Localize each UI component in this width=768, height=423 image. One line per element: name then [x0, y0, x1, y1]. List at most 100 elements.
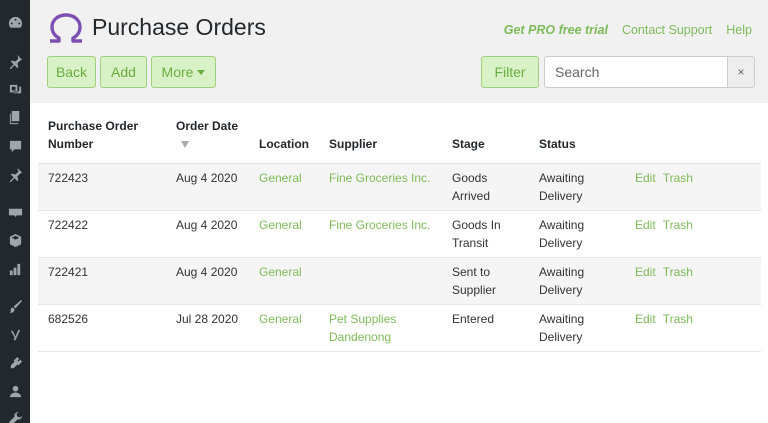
status-line2: Delivery	[539, 283, 583, 297]
purchase-orders-table: Purchase Order Number Order Date Location…	[38, 113, 761, 352]
trash-link[interactable]: Trash	[663, 218, 693, 232]
order-date: Aug 4 2020	[166, 163, 249, 211]
col-header-location[interactable]: Location	[249, 113, 319, 164]
clear-search-button[interactable]: ×	[727, 56, 755, 88]
order-number[interactable]: 722422	[38, 210, 166, 258]
table-row[interactable]: 722421 Aug 4 2020 General Sent to Supplie…	[38, 257, 761, 305]
order-date: Jul 28 2020	[166, 304, 249, 352]
orders-panel: Purchase Order Number Order Date Location…	[30, 103, 768, 423]
table-header-row: Purchase Order Number Order Date Location…	[38, 113, 761, 164]
page-title: Purchase Orders	[92, 14, 266, 40]
location-link[interactable]: General	[249, 163, 319, 211]
row-actions: Edit Trash	[625, 163, 761, 211]
filter-button-label: Filter	[494, 64, 526, 80]
stage-line2: Transit	[452, 236, 489, 250]
supplier-line2: Dandenong	[329, 330, 392, 344]
woo-icon[interactable]	[7, 204, 23, 220]
status-line2: Delivery	[539, 189, 583, 203]
back-button-label: Back	[55, 64, 88, 80]
top-links: Get PRO free trial Contact Support Help	[504, 23, 752, 37]
admin-sidebar	[0, 0, 30, 423]
location-link[interactable]: General	[249, 304, 319, 352]
add-button[interactable]: Add	[100, 56, 147, 88]
row-actions: Edit Trash	[625, 257, 761, 305]
stage-line2: Supplier	[452, 283, 497, 297]
more-button-label: More	[161, 64, 194, 80]
back-button[interactable]: Back	[47, 56, 96, 88]
supplier-link[interactable]: Fine Groceries Inc.	[319, 210, 442, 258]
stage-cell: Goods In Transit	[442, 210, 529, 258]
close-icon: ×	[737, 65, 745, 79]
status-cell: Awaiting Delivery	[529, 257, 625, 305]
trash-link[interactable]: Trash	[663, 312, 693, 326]
brush-icon[interactable]	[7, 298, 23, 314]
pages-icon[interactable]	[7, 109, 23, 125]
stage-line1: Goods In	[452, 218, 501, 232]
stage-line1: Sent to	[452, 265, 491, 279]
pro-trial-link[interactable]: Get PRO free trial	[504, 23, 608, 37]
status-cell: Awaiting Delivery	[529, 163, 625, 211]
help-link[interactable]: Help	[726, 23, 752, 37]
status-line2: Delivery	[539, 330, 583, 344]
more-dropdown-button[interactable]: More	[151, 56, 216, 88]
supplier-link[interactable]	[319, 257, 442, 305]
order-date: Aug 4 2020	[166, 257, 249, 305]
col-header-date-label: Order Date	[176, 119, 239, 133]
contact-support-link[interactable]: Contact Support	[622, 23, 712, 37]
supplier-link[interactable]: Pet Supplies Dandenong	[319, 304, 442, 352]
col-header-status[interactable]: Status	[529, 113, 625, 164]
search-input[interactable]	[544, 56, 728, 88]
stage-line1: Goods	[452, 171, 488, 185]
row-actions: Edit Trash	[625, 210, 761, 258]
plugin-icon[interactable]	[7, 355, 23, 371]
edit-link[interactable]: Edit	[635, 265, 656, 279]
yoast-icon[interactable]	[7, 327, 23, 343]
col-header-number-line1: Purchase Order	[48, 119, 139, 133]
supplier-link[interactable]: Fine Groceries Inc.	[319, 163, 442, 211]
stage-cell: Entered	[442, 304, 529, 352]
col-header-actions	[625, 113, 761, 164]
pin-icon[interactable]	[7, 53, 23, 69]
edit-link[interactable]: Edit	[635, 312, 656, 326]
trash-link[interactable]: Trash	[663, 265, 693, 279]
table-row[interactable]: 682526 Jul 28 2020 General Pet Supplies D…	[38, 304, 761, 352]
col-header-date[interactable]: Order Date	[166, 113, 249, 164]
stage-line1: Entered	[452, 312, 495, 326]
status-line1: Awaiting	[539, 312, 585, 326]
supplier-line1: Pet Supplies	[329, 312, 397, 326]
col-header-supplier[interactable]: Supplier	[319, 113, 442, 164]
edit-link[interactable]: Edit	[635, 218, 656, 232]
chart-icon[interactable]	[7, 261, 23, 277]
status-line2: Delivery	[539, 236, 583, 250]
order-number[interactable]: 722421	[38, 257, 166, 305]
add-button-label: Add	[111, 64, 136, 80]
order-number[interactable]: 722423	[38, 163, 166, 211]
status-line1: Awaiting	[539, 171, 585, 185]
stage-cell: Sent to Supplier	[442, 257, 529, 305]
table-row[interactable]: 722422 Aug 4 2020 General Fine Groceries…	[38, 210, 761, 258]
sort-desc-icon[interactable]	[181, 141, 189, 149]
col-header-number[interactable]: Purchase Order Number	[38, 113, 166, 164]
caret-down-icon	[197, 70, 206, 75]
box-icon[interactable]	[7, 232, 23, 248]
status-cell: Awaiting Delivery	[529, 210, 625, 258]
location-link[interactable]: General	[249, 257, 319, 305]
dashboard-icon[interactable]	[7, 14, 23, 30]
wrench-icon[interactable]	[7, 410, 23, 423]
media-icon[interactable]	[7, 81, 23, 97]
omega-logo-icon	[50, 13, 82, 43]
table-row[interactable]: 722423 Aug 4 2020 General Fine Groceries…	[38, 163, 761, 211]
edit-link[interactable]: Edit	[635, 171, 656, 185]
location-link[interactable]: General	[249, 210, 319, 258]
page-header: Purchase Orders Get PRO free trial Conta…	[30, 0, 768, 103]
user-icon[interactable]	[7, 383, 23, 399]
pin-icon[interactable]	[7, 166, 23, 182]
stage-cell: Goods Arrived	[442, 163, 529, 211]
col-header-number-line2: Number	[48, 137, 94, 151]
comments-icon[interactable]	[7, 138, 23, 154]
col-header-stage[interactable]: Stage	[442, 113, 529, 164]
trash-link[interactable]: Trash	[663, 171, 693, 185]
order-number[interactable]: 682526	[38, 304, 166, 352]
filter-button[interactable]: Filter	[481, 56, 539, 88]
status-line1: Awaiting	[539, 265, 585, 279]
